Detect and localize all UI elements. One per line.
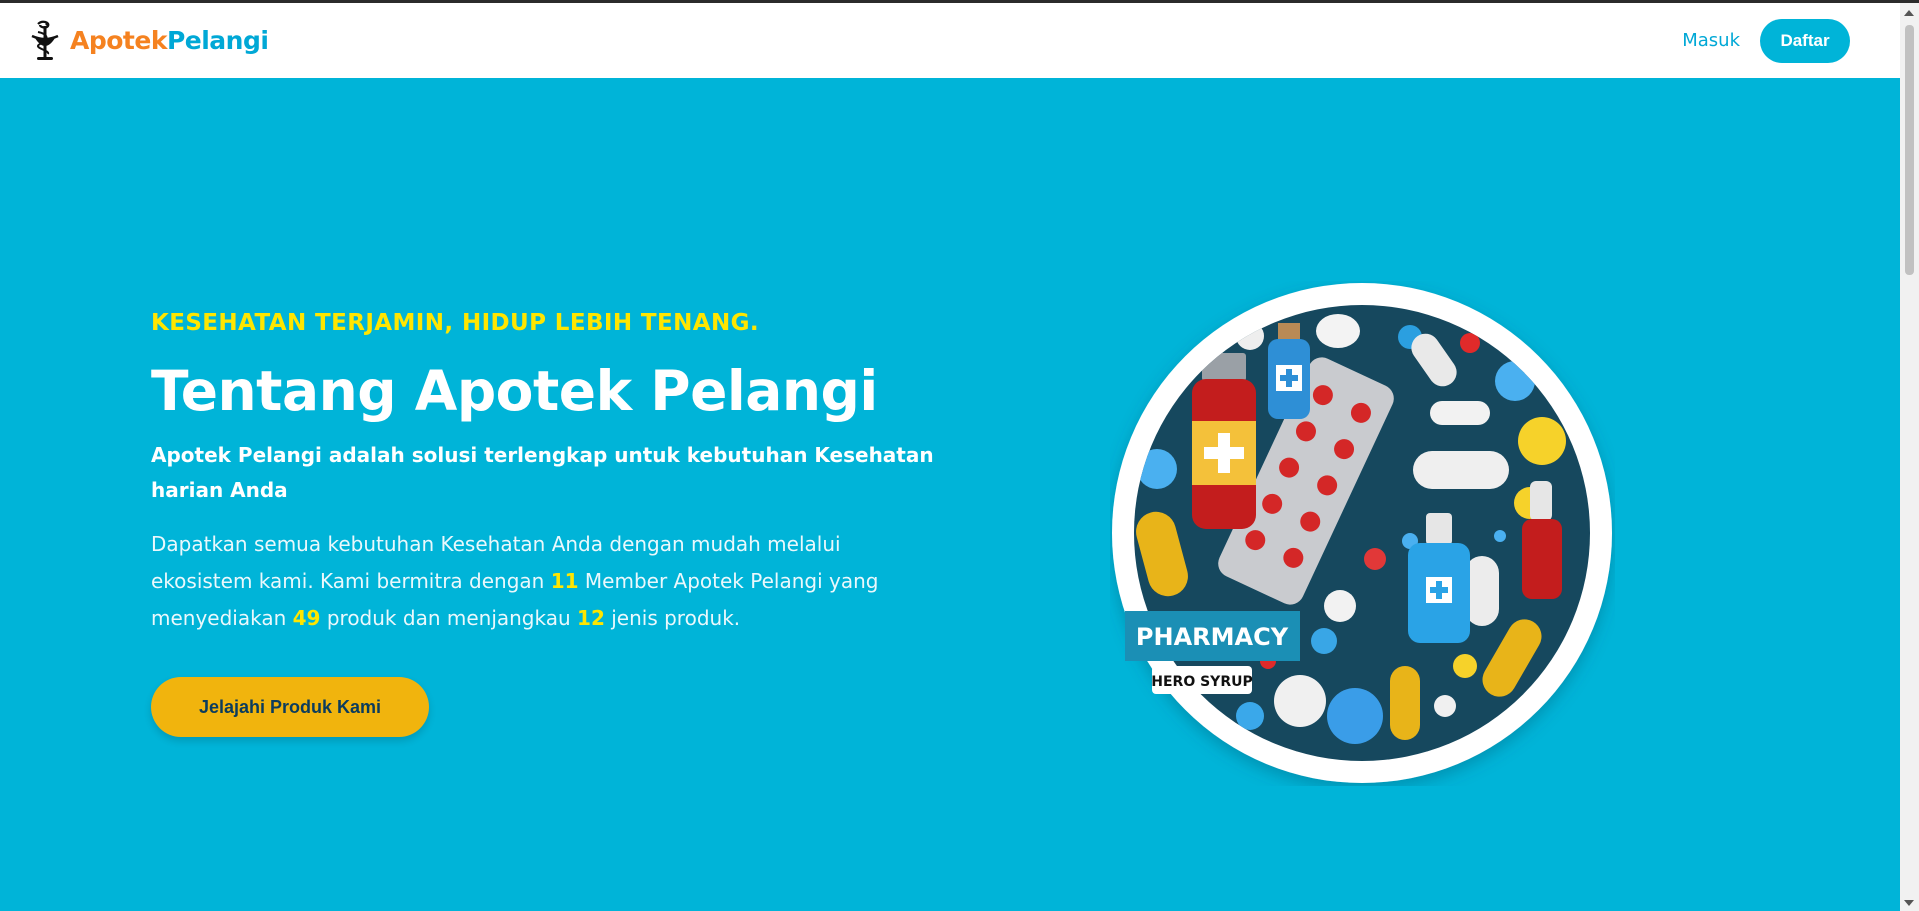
scroll-down-arrow-icon[interactable] (1904, 900, 1914, 906)
pharmacy-illustration: PHARMACY HERO SYRUP (1112, 283, 1612, 783)
brand-name-apotek: Apotek (70, 26, 167, 55)
explore-products-button[interactable]: Jelajahi Produk Kami (151, 677, 429, 737)
hero-text: KESEHATAN TERJAMIN, HIDUP LEBIH TENANG. … (151, 310, 951, 737)
member-count: 11 (550, 569, 579, 593)
brand-logo[interactable]: ApotekPelangi (28, 20, 269, 62)
page-scrollbar[interactable] (1900, 3, 1919, 911)
hero-tagline: KESEHATAN TERJAMIN, HIDUP LEBIH TENANG. (151, 310, 760, 336)
desc-part-3: produk dan menjangkau (326, 606, 571, 630)
hero-subtitle: Apotek Pelangi adalah solusi terlengkap … (151, 443, 934, 502)
badge-syrup-text: HERO SYRUP (1151, 674, 1252, 690)
navbar: ApotekPelangi Masuk Daftar (0, 3, 1900, 78)
hero-description: Dapatkan semua kebutuhan Kesehatan Anda … (151, 526, 921, 637)
hero-title: Tentang Apotek Pelangi (151, 359, 878, 423)
register-button[interactable]: Daftar (1760, 18, 1850, 63)
badge-pharmacy-text: PHARMACY (1136, 623, 1289, 651)
scrollbar-thumb[interactable] (1905, 25, 1914, 275)
scroll-up-arrow-icon[interactable] (1904, 10, 1914, 16)
brand-name-pelangi: Pelangi (166, 26, 269, 55)
caduceus-icon (31, 20, 59, 60)
nav-actions: Masuk Daftar (1682, 18, 1850, 63)
hero-section: KESEHATAN TERJAMIN, HIDUP LEBIH TENANG. … (0, 78, 1900, 911)
login-link[interactable]: Masuk (1682, 30, 1740, 51)
product-count: 49 (292, 606, 321, 630)
category-count: 12 (577, 606, 605, 630)
desc-part-4: jenis produk. (611, 606, 741, 630)
